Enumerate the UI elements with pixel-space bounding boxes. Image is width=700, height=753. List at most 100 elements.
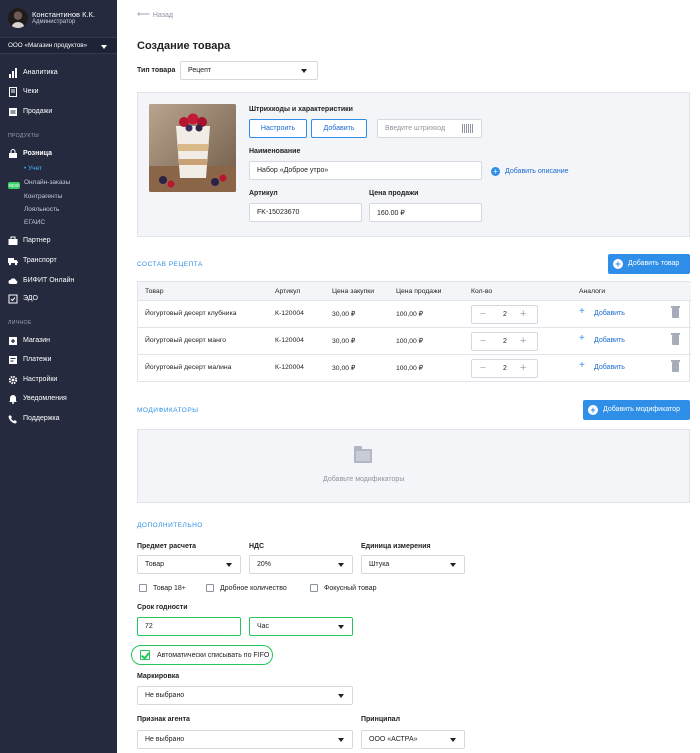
add-description-icon[interactable]: +: [491, 167, 500, 176]
vat-select[interactable]: 20%: [249, 555, 353, 574]
sidebar-item-receipts[interactable]: Чеки: [8, 86, 113, 100]
plus-icon[interactable]: +: [579, 307, 585, 317]
trash-icon[interactable]: [671, 360, 680, 372]
add-analog-link[interactable]: Добавить: [594, 364, 625, 371]
add-modifier-button[interactable]: + Добавить модификатор: [583, 400, 690, 420]
calc-subject-label: Предмет расчета: [137, 543, 197, 550]
chevron-down-icon: [338, 738, 344, 742]
barcode-input[interactable]: Введите штрихкод: [377, 119, 482, 138]
sidebar-item-sales[interactable]: Продажи: [8, 106, 113, 120]
quantity-stepper: − 2 +: [471, 359, 538, 378]
sidebar-item-notifications[interactable]: Уведомления: [8, 393, 113, 407]
back-link[interactable]: ⟵ Назад: [137, 9, 173, 20]
add-analog-link[interactable]: Добавить: [594, 310, 625, 317]
add-description-link[interactable]: Добавить описание: [505, 168, 569, 175]
plus-icon[interactable]: +: [579, 361, 585, 371]
minus-icon[interactable]: −: [480, 336, 486, 347]
section-products: ПРОДУКТЫ: [8, 133, 40, 139]
chevron-down-icon: [301, 69, 307, 73]
phone-icon: [8, 414, 18, 424]
plus-icon[interactable]: +: [520, 308, 526, 320]
sidebar-subitem-egais[interactable]: ЕГАИС: [24, 219, 45, 226]
checkbox-checked-icon[interactable]: [140, 650, 150, 660]
col-sale-price: Цена продажи: [396, 288, 442, 295]
price-label: Цена продажи: [369, 190, 419, 197]
chevron-down-icon: [226, 563, 232, 567]
product-card: Штрихкоды и характеристики Настроить Доб…: [137, 92, 690, 237]
table-row: Йогуртовый десерт клубника К-120004 30,0…: [138, 301, 691, 328]
sidebar-item-bifit-online[interactable]: БИФИТ Онлайн: [8, 275, 113, 289]
sidebar-item-retail[interactable]: Розница: [8, 148, 113, 162]
plus-icon[interactable]: +: [520, 335, 526, 347]
recipe-heading: СОСТАВ РЕЦЕПТА: [137, 261, 203, 268]
sidebar-subitem-contractors[interactable]: Контрагенты: [24, 193, 62, 200]
sku-label: Артикул: [249, 190, 278, 197]
price-input[interactable]: 160.00 ₽: [369, 203, 482, 222]
marking-label: Маркировка: [137, 673, 180, 680]
sidebar-subitem-accounting[interactable]: • Учет: [24, 165, 42, 172]
truck-icon: [8, 256, 18, 266]
minus-icon[interactable]: −: [480, 363, 486, 374]
sidebar-subitem-online-orders[interactable]: Онлайн-заказы: [24, 179, 70, 186]
sidebar-item-settings[interactable]: Настройки: [8, 374, 113, 388]
calc-subject-select[interactable]: Товар: [137, 555, 241, 574]
store-name: ООО «Магазин продуктов»: [8, 42, 88, 49]
focus-checkbox-label: Фокусный товар: [324, 585, 377, 592]
avatar: [8, 8, 28, 28]
sidebar-item-payments[interactable]: Платежи: [8, 354, 113, 368]
chevron-down-icon: [101, 45, 107, 49]
sidebar-item-analytics[interactable]: Аналитика: [8, 67, 113, 81]
bell-icon: [8, 394, 18, 404]
product-type-label: Тип товара: [137, 67, 176, 74]
add-product-button[interactable]: + Добавить товар: [608, 254, 690, 274]
unit-select[interactable]: Штука: [361, 555, 465, 574]
name-input[interactable]: Набор «Доброе утро»: [249, 161, 482, 180]
adult-checkbox[interactable]: [139, 584, 147, 592]
shelf-life-input[interactable]: 72: [137, 617, 241, 636]
configure-button[interactable]: Настроить: [249, 119, 307, 138]
main-content: ⟵ Назад Создание товара Тип товара Рецепт: [117, 0, 700, 753]
receipt-icon: [8, 87, 18, 97]
add-barcode-button[interactable]: Добавить: [311, 119, 367, 138]
focus-checkbox[interactable]: [310, 584, 318, 592]
quantity-stepper: − 2 +: [471, 305, 538, 324]
sidebar: Константинов К.К. Администратор ООО «Маг…: [0, 0, 117, 753]
sidebar-item-store[interactable]: Магазин: [8, 335, 113, 349]
principal-select[interactable]: ООО «АСТРА»: [361, 730, 465, 749]
sidebar-item-partner[interactable]: Партнер: [8, 235, 113, 249]
table-header: Товар Артикул Цена закупки Цена продажи …: [138, 282, 691, 301]
sidebar-item-transport[interactable]: Транспорт: [8, 255, 113, 269]
gear-icon: [8, 375, 18, 385]
fractional-checkbox-label: Дробное количество: [220, 585, 287, 592]
barcodes-label: Штрихкоды и характеристики: [249, 106, 353, 113]
product-photo[interactable]: [149, 104, 236, 192]
trash-icon[interactable]: [671, 333, 680, 345]
product-type-select[interactable]: Рецепт: [180, 61, 318, 80]
plus-icon[interactable]: +: [579, 334, 585, 344]
store-selector[interactable]: ООО «Магазин продуктов»: [0, 37, 117, 54]
trash-icon[interactable]: [671, 306, 680, 318]
plus-icon[interactable]: +: [520, 362, 526, 374]
sku-input[interactable]: FK-15023670: [249, 203, 362, 222]
chevron-down-icon: [338, 625, 344, 629]
sidebar-item-edo[interactable]: ЭДО: [8, 293, 113, 307]
marking-select[interactable]: Не выбрано: [137, 686, 353, 705]
user-profile[interactable]: Константинов К.К. Администратор: [8, 8, 113, 28]
shelf-life-unit-select[interactable]: Час: [249, 617, 353, 636]
modifiers-empty-state: Добавьте модификаторы: [137, 429, 690, 503]
new-badge: NEW: [8, 182, 20, 189]
sidebar-subitem-loyalty[interactable]: Лояльность: [24, 206, 59, 213]
add-analog-link[interactable]: Добавить: [594, 337, 625, 344]
minus-icon[interactable]: −: [480, 309, 486, 320]
edo-icon: [8, 294, 18, 304]
fractional-checkbox[interactable]: [206, 584, 214, 592]
unit-label: Единица измерения: [361, 543, 431, 550]
col-product: Товар: [145, 288, 164, 295]
fifo-checkbox-group[interactable]: Автоматически списывать по FIFO: [131, 645, 273, 665]
table-row: Йогуртовый десерт малина К-120004 30,00 …: [138, 355, 691, 382]
sidebar-item-support[interactable]: Поддержка: [8, 413, 113, 427]
quantity-stepper: − 2 +: [471, 332, 538, 351]
agent-select[interactable]: Не выбрано: [137, 730, 353, 749]
col-analogs: Аналоги: [579, 288, 606, 295]
arrow-left-icon: ⟵: [137, 9, 150, 19]
